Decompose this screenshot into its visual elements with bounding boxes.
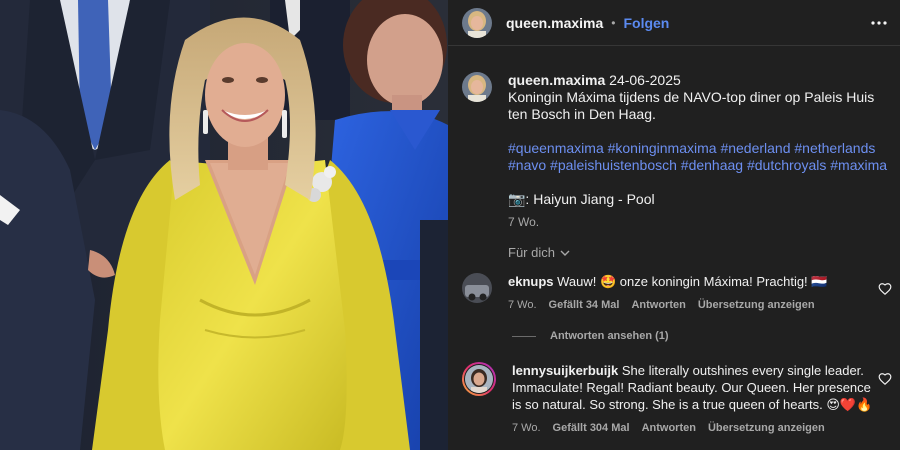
translate-button[interactable]: Übersetzung anzeigen	[708, 420, 825, 437]
more-horizontal-icon[interactable]	[868, 12, 890, 34]
for-you-label: Für dich	[508, 245, 555, 260]
post-image	[0, 0, 448, 450]
comment-meta: 7 Wo. Gefällt 304 Mal Antworten Übersetz…	[512, 420, 882, 437]
chevron-down-icon	[560, 250, 570, 256]
caption-text: Koningin Máxima tijdens de NAVO-top dine…	[508, 89, 875, 122]
author-avatar[interactable]	[462, 7, 492, 38]
view-replies-button[interactable]: Antworten ansehen (1)	[512, 330, 669, 342]
post-side-panel: queen.maxima • Folgen queen.maxima 24-06…	[448, 0, 900, 450]
view-replies-label: Antworten ansehen (1)	[550, 330, 669, 342]
comment-text: Wauw! 🤩 onze koningin Máxima! Prachtig! …	[557, 274, 828, 289]
post-photo[interactable]	[0, 0, 448, 450]
commenter-avatar	[465, 365, 493, 393]
caption-avatar[interactable]	[462, 72, 492, 102]
comment-username[interactable]: lennysuijkerbuijk	[512, 363, 618, 378]
post-header: queen.maxima • Folgen	[448, 0, 900, 46]
comment-likes[interactable]: Gefällt 304 Mal	[553, 420, 630, 437]
caption-username[interactable]: queen.maxima	[508, 72, 605, 88]
translate-button[interactable]: Übersetzung anzeigen	[698, 297, 815, 314]
caption-timestamp[interactable]: 7 Wo.	[508, 214, 888, 231]
post-caption: queen.maxima 24-06-2025 Koningin Máxima …	[462, 72, 892, 231]
heart-icon[interactable]	[878, 372, 892, 386]
comment-likes[interactable]: Gefällt 34 Mal	[549, 297, 620, 314]
comment-time[interactable]: 7 Wo.	[508, 297, 537, 314]
separator-dot: •	[611, 15, 616, 30]
commenter-avatar[interactable]	[462, 273, 492, 303]
for-you-dropdown[interactable]: Für dich	[508, 245, 570, 260]
reply-button[interactable]: Antworten	[642, 420, 696, 437]
caption-hashtags[interactable]: #queenmaxima #koninginmaxima #nederland …	[508, 140, 888, 174]
author-username[interactable]: queen.maxima	[506, 15, 603, 31]
heart-icon[interactable]	[878, 282, 892, 296]
comment-item: eknups Wauw! 🤩 onze koningin Máxima! Pra…	[462, 273, 892, 314]
replies-divider	[512, 335, 536, 337]
photo-credit: 📷: Haiyun Jiang - Pool	[508, 191, 655, 207]
reply-button[interactable]: Antworten	[631, 297, 685, 314]
follow-button[interactable]: Folgen	[623, 15, 669, 31]
comment-item: lennysuijkerbuijk She literally outshine…	[462, 362, 892, 437]
caption-date: 24-06-2025	[609, 72, 681, 88]
story-ring[interactable]	[462, 362, 496, 396]
comment-username[interactable]: eknups	[508, 274, 554, 289]
comment-meta: 7 Wo. Gefällt 34 Mal Antworten Übersetzu…	[508, 297, 878, 314]
comment-time[interactable]: 7 Wo.	[512, 420, 541, 437]
